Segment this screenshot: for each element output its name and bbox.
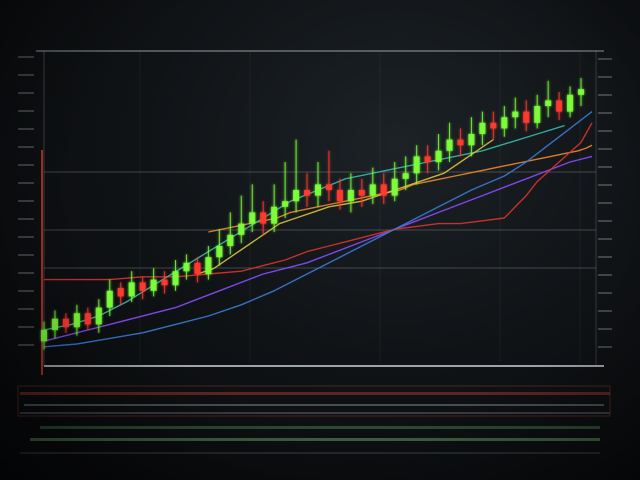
candle-body-2 (62, 318, 69, 328)
left-scale-tick-6 (18, 164, 34, 166)
candle-body-3 (73, 313, 80, 328)
right-scale-tick-4 (598, 130, 612, 132)
right-scale-tick-6 (598, 166, 612, 168)
candle-body-13 (183, 262, 190, 272)
candle-body-36 (435, 150, 442, 162)
right-scale-tick-8 (598, 202, 612, 204)
candle-body-21 (271, 206, 278, 224)
candle-body-18 (238, 223, 245, 235)
candle-body-45 (534, 106, 541, 123)
left-scale-tick-2 (18, 92, 34, 94)
ticker-row-1 (24, 404, 604, 406)
right-scale-tick-16 (598, 346, 612, 348)
right-scale-tick-7 (598, 184, 612, 186)
right-scale-tick-12 (598, 274, 612, 276)
ticker-row-0 (20, 392, 610, 395)
right-scale-tick-3 (598, 112, 612, 114)
right-scale-tick-13 (598, 292, 612, 294)
candle-body-5 (95, 307, 102, 325)
left-scale-tick-8 (18, 200, 34, 202)
left-scale-tick-10 (18, 236, 34, 238)
candle-body-14 (194, 262, 201, 274)
candle-body-10 (150, 279, 157, 291)
right-scale-tick-10 (598, 238, 612, 240)
candle-body-41 (490, 122, 497, 129)
right-scale-tick-1 (598, 76, 612, 78)
ticker-panel-outline (17, 385, 611, 417)
candle-body-49 (578, 89, 585, 95)
series-line-ma_teal (43, 124, 565, 331)
candle-body-27 (336, 190, 343, 202)
left-scale-tick-15 (18, 326, 34, 328)
candle-body-25 (314, 184, 322, 196)
candle-body-8 (128, 282, 135, 297)
candle-body-26 (325, 184, 332, 190)
right-scale-tick-5 (598, 148, 612, 150)
candle-body-28 (347, 190, 354, 202)
right-scale-tick-14 (598, 310, 612, 312)
left-scale-tick-13 (18, 290, 34, 292)
left-scale-tick-9 (18, 218, 34, 220)
candle-body-39 (468, 134, 475, 146)
candlesticks (40, 78, 585, 350)
candle-body-46 (545, 100, 552, 106)
candle-body-24 (304, 190, 311, 196)
candle-body-29 (358, 190, 365, 196)
candle-body-19 (249, 212, 256, 224)
candle-body-48 (567, 94, 574, 112)
candle-body-31 (380, 184, 387, 196)
candle-body-34 (413, 156, 420, 174)
left-scale-tick-11 (18, 254, 34, 256)
left-scale-tick-1 (18, 74, 34, 76)
ticker-row-4 (30, 438, 600, 441)
blurred-ticker-panel (17, 56, 612, 454)
candle-body-40 (479, 122, 486, 134)
candle-body-1 (51, 318, 58, 330)
candle-body-16 (216, 246, 223, 258)
candle-body-9 (139, 282, 146, 291)
right-scale-tick-11 (598, 256, 612, 258)
candle-body-22 (282, 201, 289, 207)
series-line-ma_blue (43, 111, 593, 348)
candle-body-15 (205, 257, 212, 274)
chart-screen (0, 0, 640, 480)
right-scale-tick-0 (598, 58, 612, 60)
candle-body-7 (117, 288, 124, 297)
ticker-row-2 (20, 412, 610, 414)
candle-body-17 (227, 234, 234, 246)
candle-body-0 (40, 330, 48, 342)
candle-body-11 (161, 279, 168, 286)
candle-body-12 (172, 271, 179, 286)
candle-body-42 (501, 117, 508, 129)
right-scale-tick-2 (598, 94, 612, 96)
candle-body-37 (446, 139, 453, 151)
left-scale-tick-12 (18, 272, 34, 274)
candle-body-47 (556, 100, 563, 112)
candle-body-4 (84, 313, 91, 325)
left-scale-tick-7 (18, 182, 34, 184)
candle-body-20 (260, 212, 267, 224)
left-scale-tick-5 (18, 146, 34, 148)
left-scale-tick-4 (18, 128, 34, 130)
left-scale-tick-3 (18, 110, 34, 112)
chart-frame (36, 50, 604, 375)
candle-body-38 (457, 139, 464, 146)
left-scale-tick-14 (18, 308, 34, 310)
ticker-row-3 (40, 426, 600, 429)
left-scale-tick-0 (18, 56, 34, 58)
right-scale-tick-9 (598, 220, 612, 222)
price-chart (17, 50, 612, 454)
candle-body-43 (512, 111, 519, 118)
ticker-row-5 (20, 452, 600, 454)
left-scale-tick-16 (18, 344, 34, 346)
candle-body-35 (424, 156, 431, 162)
right-scale-tick-15 (598, 328, 612, 330)
moving-averages (43, 111, 593, 348)
candle-body-32 (391, 178, 398, 196)
candle-body-30 (369, 184, 376, 196)
candle-body-6 (106, 290, 113, 308)
candle-body-23 (293, 190, 300, 202)
candle-body-44 (523, 111, 530, 123)
candle-body-33 (402, 173, 409, 179)
